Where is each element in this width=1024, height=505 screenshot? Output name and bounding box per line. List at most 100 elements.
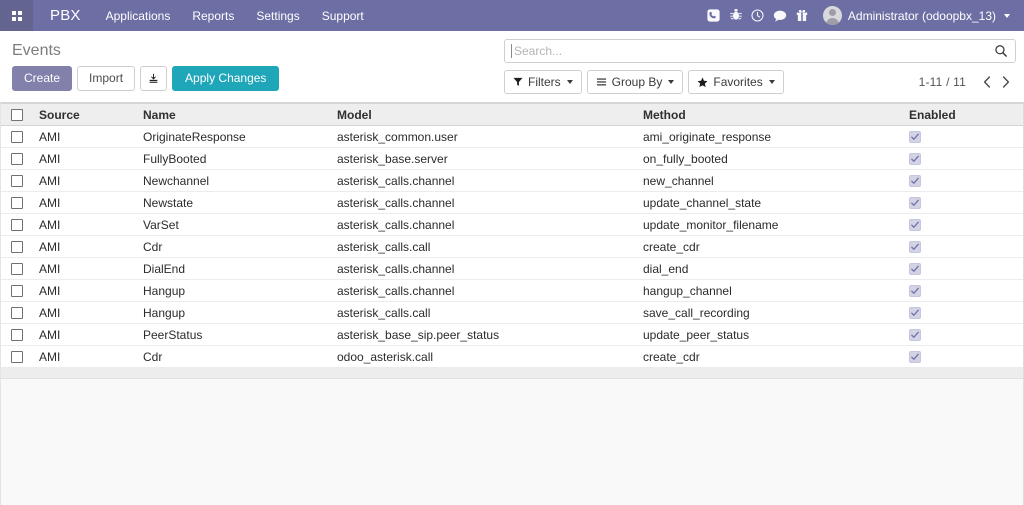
column-header-source[interactable]: Source	[34, 103, 138, 126]
user-menu[interactable]: Administrator (odoopbx_13)	[813, 6, 1014, 25]
cell-enabled	[901, 191, 1023, 214]
table-row[interactable]: AMI VarSet asterisk_calls.channel update_mo…	[1, 213, 1023, 236]
row-select-checkbox[interactable]	[11, 307, 23, 320]
group-by-button[interactable]: Group By	[586, 70, 684, 94]
download-button[interactable]	[140, 66, 168, 91]
main-menu: Applications Reports Settings Support	[95, 0, 375, 31]
row-select-checkbox[interactable]	[11, 263, 23, 276]
pager-next-button[interactable]	[997, 71, 1014, 93]
cell-source: AMI	[34, 235, 138, 258]
favorites-button[interactable]: Favorites	[688, 70, 784, 94]
table-row[interactable]: AMI Newchannel asterisk_calls.channel new_c…	[1, 169, 1023, 192]
phone-icon[interactable]	[703, 0, 725, 31]
filter-row: Filters Group By Favorites 1-11 / 11	[504, 70, 1016, 94]
table-row[interactable]: AMI FullyBooted asterisk_base.server on_ful…	[1, 147, 1023, 170]
enabled-checkbox-checked[interactable]	[909, 153, 921, 166]
row-select-checkbox[interactable]	[11, 153, 23, 166]
row-select-cell	[1, 147, 34, 170]
row-select-checkbox[interactable]	[11, 175, 23, 188]
table-row[interactable]: AMI DialEnd asterisk_calls.channel dial_end	[1, 257, 1023, 280]
apps-menu-button[interactable]	[0, 0, 33, 31]
menu-item-reports[interactable]: Reports	[181, 0, 245, 31]
row-select-checkbox[interactable]	[11, 131, 23, 144]
row-select-checkbox[interactable]	[11, 329, 23, 342]
search-input[interactable]: Search...	[504, 39, 1016, 63]
table-row[interactable]: AMI Cdr asterisk_calls.call create_cdr	[1, 235, 1023, 258]
cell-source: AMI	[34, 279, 138, 302]
enabled-checkbox-checked[interactable]	[909, 197, 921, 210]
enabled-checkbox-checked[interactable]	[909, 263, 921, 276]
cell-method: dial_end	[639, 257, 901, 280]
cell-model: asterisk_calls.channel	[334, 169, 639, 192]
menu-item-support[interactable]: Support	[311, 0, 375, 31]
filters-button[interactable]: Filters	[504, 70, 582, 94]
cell-model: asterisk_calls.call	[334, 235, 639, 258]
apply-changes-button[interactable]: Apply Changes	[172, 66, 280, 91]
table-row[interactable]: AMI Hangup asterisk_calls.call save_call_re…	[1, 301, 1023, 324]
cell-source: AMI	[34, 213, 138, 236]
column-header-name[interactable]: Name	[138, 103, 334, 126]
row-select-cell	[1, 235, 34, 258]
star-icon	[697, 77, 708, 87]
row-select-checkbox[interactable]	[11, 351, 23, 364]
cell-name: FullyBooted	[138, 147, 334, 170]
cell-enabled	[901, 169, 1023, 192]
cell-source: AMI	[34, 125, 138, 148]
cell-source: AMI	[34, 191, 138, 214]
page-title: Events	[12, 42, 61, 59]
row-select-checkbox[interactable]	[11, 285, 23, 298]
cell-method: create_cdr	[639, 235, 901, 258]
enabled-checkbox-checked[interactable]	[909, 175, 921, 188]
enabled-checkbox-checked[interactable]	[909, 241, 921, 254]
clock-icon[interactable]	[747, 0, 769, 31]
table-row[interactable]: AMI Cdr odoo_asterisk.call create_cdr	[1, 345, 1023, 368]
cell-source: AMI	[34, 147, 138, 170]
pager-count: 1-11 / 11	[918, 75, 966, 89]
menu-item-applications[interactable]: Applications	[95, 0, 182, 31]
row-select-checkbox[interactable]	[11, 219, 23, 232]
chevron-down-icon	[566, 80, 573, 84]
search-icon[interactable]	[994, 44, 1008, 58]
chat-bubble-icon[interactable]	[769, 0, 791, 31]
row-select-checkbox[interactable]	[11, 241, 23, 254]
gift-icon[interactable]	[791, 0, 813, 31]
apps-grid-icon	[11, 10, 22, 21]
cell-source: AMI	[34, 257, 138, 280]
cell-name: Newchannel	[138, 169, 334, 192]
enabled-checkbox-checked[interactable]	[909, 219, 921, 232]
cell-method: update_monitor_filename	[639, 213, 901, 236]
cell-model: asterisk_calls.channel	[334, 257, 639, 280]
enabled-checkbox-checked[interactable]	[909, 131, 921, 144]
column-header-model[interactable]: Model	[334, 103, 639, 126]
cell-enabled	[901, 345, 1023, 368]
table-row[interactable]: AMI Hangup asterisk_calls.channel hangup_ch…	[1, 279, 1023, 302]
row-select-cell	[1, 279, 34, 302]
table-row[interactable]: AMI OriginateResponse asterisk_common.user…	[1, 125, 1023, 148]
enabled-checkbox-checked[interactable]	[909, 351, 921, 364]
pager-previous-button[interactable]	[978, 71, 995, 93]
caret-down-icon	[1004, 13, 1010, 18]
menu-item-settings[interactable]: Settings	[245, 0, 310, 31]
table-row[interactable]: AMI Newstate asterisk_calls.channel update_…	[1, 191, 1023, 214]
row-select-cell	[1, 125, 34, 148]
column-header-enabled[interactable]: Enabled	[901, 103, 1023, 126]
import-button[interactable]: Import	[77, 66, 136, 91]
funnel-icon	[513, 77, 523, 86]
column-header-method[interactable]: Method	[639, 103, 901, 126]
cell-method: update_channel_state	[639, 191, 901, 214]
cell-model: asterisk_calls.channel	[334, 279, 639, 302]
row-select-cell	[1, 169, 34, 192]
control-panel: Events Create Import Apply Changes Searc…	[0, 31, 1024, 103]
bug-icon[interactable]	[725, 0, 747, 31]
brand-pbx[interactable]: PBX	[33, 0, 95, 31]
cell-name: PeerStatus	[138, 323, 334, 346]
create-button[interactable]: Create	[12, 66, 73, 91]
cell-method: new_channel	[639, 169, 901, 192]
enabled-checkbox-checked[interactable]	[909, 307, 921, 320]
select-all-checkbox[interactable]	[11, 109, 23, 122]
cell-enabled	[901, 257, 1023, 280]
enabled-checkbox-checked[interactable]	[909, 329, 921, 342]
table-row[interactable]: AMI PeerStatus asterisk_base_sip.peer_stat…	[1, 323, 1023, 346]
enabled-checkbox-checked[interactable]	[909, 285, 921, 298]
row-select-checkbox[interactable]	[11, 197, 23, 210]
